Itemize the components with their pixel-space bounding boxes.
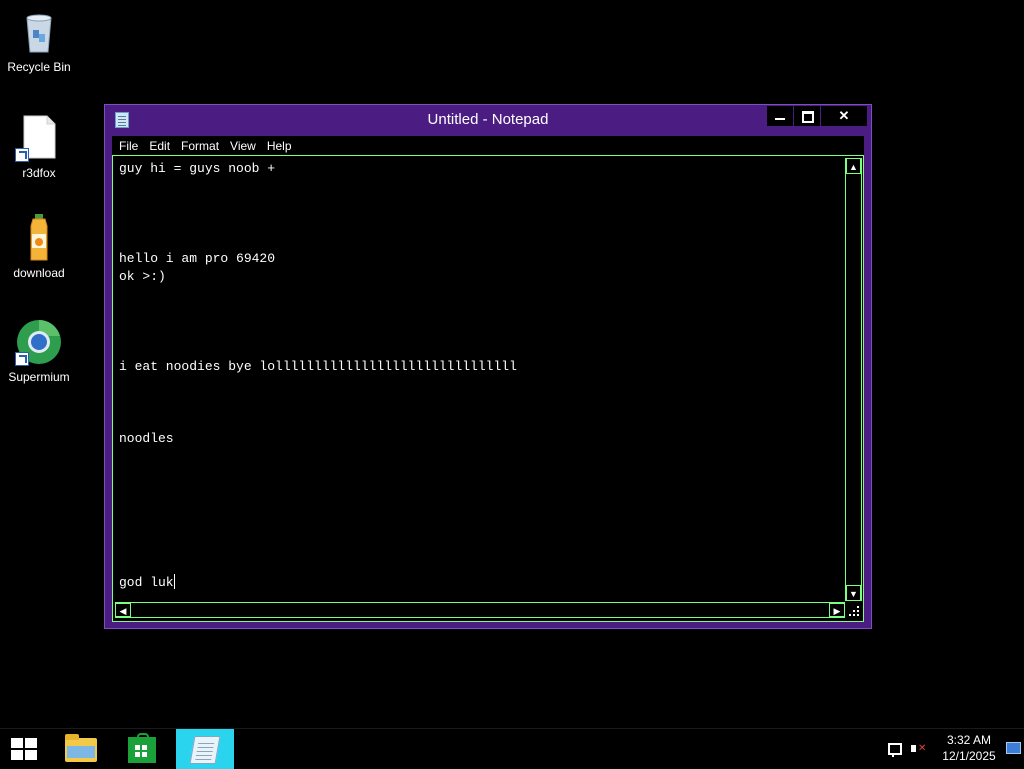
scroll-right-icon[interactable]: ▶ bbox=[829, 603, 845, 617]
desktop-icon-label: download bbox=[13, 266, 65, 280]
desktop-icon-label: Supermium bbox=[8, 370, 70, 384]
window-title: Untitled - Notepad bbox=[427, 111, 549, 128]
editor-text: guy hi = guys noob + hello i am pro 6942… bbox=[119, 161, 517, 590]
taskbar-file-explorer[interactable] bbox=[56, 729, 106, 769]
taskbar-notepad[interactable] bbox=[176, 729, 234, 769]
text-caret bbox=[173, 574, 175, 589]
desktop-icon-r3dfox[interactable]: r3dfox bbox=[0, 114, 78, 180]
scroll-down-icon[interactable]: ▼ bbox=[846, 585, 861, 601]
recycle-bin-icon bbox=[15, 8, 63, 56]
menu-file[interactable]: File bbox=[112, 136, 142, 155]
start-button[interactable] bbox=[0, 729, 48, 769]
volume-muted-icon[interactable] bbox=[910, 741, 926, 757]
network-icon[interactable] bbox=[886, 741, 902, 757]
desktop-icon-download[interactable]: download bbox=[0, 214, 78, 280]
shortcut-arrow-icon bbox=[15, 148, 29, 162]
windows-logo-icon bbox=[11, 738, 37, 760]
editor-text-area[interactable]: guy hi = guys noob + hello i am pro 6942… bbox=[119, 160, 839, 600]
taskbar: 3:32 AM 12/1/2025 bbox=[0, 728, 1024, 769]
blank-file-icon bbox=[15, 114, 63, 162]
resize-grip-icon[interactable] bbox=[846, 603, 861, 618]
maximize-button[interactable] bbox=[794, 106, 820, 126]
close-button[interactable]: ✕ bbox=[821, 106, 867, 126]
title-bar[interactable]: Untitled - Notepad ✕ bbox=[105, 105, 871, 135]
taskbar-store[interactable] bbox=[116, 729, 168, 769]
store-bag-icon bbox=[128, 733, 156, 763]
menu-format[interactable]: Format bbox=[174, 136, 223, 155]
shortcut-arrow-icon bbox=[15, 352, 29, 366]
menu-view[interactable]: View bbox=[223, 136, 260, 155]
minimize-button[interactable] bbox=[767, 106, 793, 126]
desktop-icon-supermium[interactable]: Supermium bbox=[0, 318, 78, 384]
notepad-icon bbox=[189, 736, 221, 764]
notepad-window[interactable]: Untitled - Notepad ✕ File Edit Format View H… bbox=[104, 104, 872, 629]
horizontal-scrollbar[interactable]: ◀ ▶ bbox=[115, 602, 845, 618]
scroll-up-icon[interactable]: ▲ bbox=[846, 158, 861, 174]
show-desktop-icon[interactable] bbox=[1006, 742, 1021, 754]
desktop-icon-label: r3dfox bbox=[22, 166, 56, 180]
clock-date: 12/1/2025 bbox=[942, 749, 996, 763]
juice-bottle-icon bbox=[15, 214, 63, 262]
menu-edit[interactable]: Edit bbox=[142, 136, 174, 155]
clock[interactable]: 3:32 AM 12/1/2025 bbox=[936, 732, 1002, 764]
menu-help[interactable]: Help bbox=[260, 136, 296, 155]
browser-globe-icon bbox=[15, 318, 63, 366]
desktop-icon-recycle-bin[interactable]: Recycle Bin bbox=[0, 8, 78, 74]
desktop-icon-label: Recycle Bin bbox=[7, 60, 71, 74]
menu-bar: File Edit Format View Help bbox=[112, 136, 864, 155]
desktop: Recycle Bin r3dfox download Supermium Un… bbox=[0, 0, 1024, 728]
system-tray: 3:32 AM 12/1/2025 bbox=[880, 729, 1024, 769]
vertical-scrollbar[interactable]: ▲ ▼ bbox=[845, 158, 862, 601]
scroll-left-icon[interactable]: ◀ bbox=[115, 603, 131, 617]
clock-time: 3:32 AM bbox=[946, 733, 992, 747]
text-editor[interactable]: guy hi = guys noob + hello i am pro 6942… bbox=[112, 155, 864, 622]
folder-icon bbox=[65, 734, 97, 762]
